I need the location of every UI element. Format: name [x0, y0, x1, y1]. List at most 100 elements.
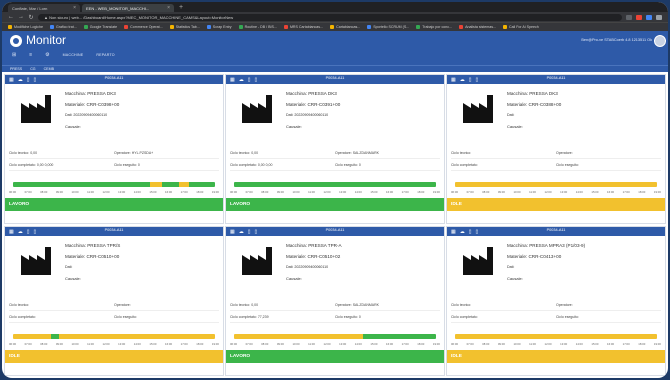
- tick-label: 10:00: [513, 342, 521, 346]
- tick-label: 07:00: [24, 190, 32, 194]
- document-icon[interactable]: ▯: [34, 229, 37, 235]
- bookmark-item[interactable]: Trabajo por conc...: [416, 25, 452, 29]
- machine-card[interactable]: ▦ ☁ ▯ ▯ P0034-A11 Macchina: PRESSA TPR-A Mater…: [225, 226, 445, 376]
- document-icon[interactable]: ▯: [27, 77, 30, 83]
- bookmark-item[interactable]: Commerce Operat...: [124, 25, 163, 29]
- bookmark-item[interactable]: Analista sistemas...: [459, 25, 496, 29]
- card-header: ▦ ☁ ▯ ▯ P0034-A11: [447, 75, 665, 84]
- bookmark-item[interactable]: MRS Cartabiancas...: [283, 25, 323, 29]
- extension-icon[interactable]: [626, 14, 632, 20]
- status-timeline[interactable]: [234, 182, 436, 187]
- status-timeline[interactable]: [455, 334, 657, 339]
- cloud-icon[interactable]: ☁: [460, 229, 465, 235]
- document-icon[interactable]: ▯: [469, 77, 472, 83]
- bookmark-icon: [169, 25, 174, 29]
- machine-card[interactable]: ▦ ☁ ▯ ▯ P0034-A11 Macchina: PRESSA DK3 Materia…: [225, 74, 445, 224]
- timeline-ticks: 06:00 07:00 08:00 09:00 10:00 11:00 12:00 13:00…: [230, 342, 440, 346]
- tick-label: 17:00: [180, 190, 188, 194]
- subnav-item-cg[interactable]: CG: [30, 67, 35, 71]
- document-icon[interactable]: ▯: [248, 77, 251, 83]
- tick-label: 18:00: [196, 190, 204, 194]
- tick-label: 16:00: [607, 190, 615, 194]
- subnav-item-press[interactable]: PRESS: [10, 67, 22, 71]
- tick-label: 15:00: [591, 190, 599, 194]
- cloud-icon[interactable]: ☁: [460, 77, 465, 83]
- bookmark-item[interactable]: Cartabiancas...: [330, 25, 360, 29]
- stats-row: Ciclo completato: Ciclo eseguito:: [451, 159, 661, 171]
- bookmark-item[interactable]: Sportello SCRUM (S...: [367, 25, 409, 29]
- factory-icon: [242, 247, 274, 275]
- extension-icon[interactable]: [636, 14, 642, 20]
- timeline-segment: [234, 334, 364, 339]
- bookmark-icon: [459, 25, 464, 29]
- cloud-icon[interactable]: ☁: [18, 77, 23, 83]
- avatar[interactable]: [654, 35, 666, 47]
- tick-label: 18:00: [638, 342, 646, 346]
- back-icon[interactable]: ←: [8, 14, 14, 20]
- close-icon[interactable]: ×: [73, 5, 76, 11]
- bookmark-item[interactable]: Scrap Entry: [206, 25, 232, 29]
- bookmark-item[interactable]: Modifiche Logiche: [8, 25, 43, 29]
- machine-card[interactable]: ▦ ☁ ▯ ▯ P0034-A11 Macchina: PRESSA DK3 Materia…: [446, 74, 666, 224]
- timeline-ticks: 06:00 07:00 08:00 09:00 10:00 11:00 12:00 13:00…: [451, 190, 661, 194]
- bookmarks-bar: Modifiche Logiche Grafico trat... Google T…: [2, 22, 668, 31]
- forward-icon[interactable]: →: [18, 14, 24, 20]
- cloud-icon[interactable]: ☁: [18, 229, 23, 235]
- bookmark-icon: [416, 25, 421, 29]
- grid-icon[interactable]: ▦: [230, 77, 235, 83]
- bookmark-item[interactable]: Statistics Tab...: [169, 25, 200, 29]
- order-data: Dati: 20220909400060110: [65, 113, 108, 117]
- tick-label: 13:00: [118, 342, 126, 346]
- close-icon[interactable]: ×: [167, 5, 170, 11]
- grid-icon[interactable]: ▦: [9, 229, 14, 235]
- bookmark-item[interactable]: Call For Ai Speech: [503, 25, 539, 29]
- browser-tab-1[interactable]: Conflate, Mar / Lorn ×: [8, 4, 80, 12]
- status-timeline[interactable]: [234, 334, 436, 339]
- machine-card[interactable]: ▦ ☁ ▯ ▯ P0034-A11 Macchina: PRESSA DK3 Materia…: [4, 74, 224, 224]
- browser-tab-2[interactable]: EEN - WEB_MONITOR_MACCHI... ×: [82, 4, 174, 12]
- machine-info: Macchina: PRESSA MPRA3 (P1/03-9) Material…: [507, 243, 585, 287]
- document-icon[interactable]: ▯: [248, 229, 251, 235]
- tick-label: 13:00: [339, 342, 347, 346]
- settings-icon[interactable]: ⚙: [45, 52, 49, 58]
- machine-card[interactable]: ▦ ☁ ▯ ▯ P0034-A11 Macchina: PRESSA TPR/S Mater…: [4, 226, 224, 376]
- tick-label: 18:00: [417, 342, 425, 346]
- cloud-icon[interactable]: ☁: [239, 229, 244, 235]
- url-field[interactable]: ▲ Non sicuro | web... /Dashboard/Home.as…: [38, 13, 622, 21]
- cloud-icon[interactable]: ☁: [239, 77, 244, 83]
- grid-icon[interactable]: ▦: [230, 229, 235, 235]
- grid-icon[interactable]: ▦: [451, 229, 456, 235]
- material-code: Materiale: CRR-C0510+00: [65, 254, 120, 259]
- subnav-item-cemb[interactable]: CEMB: [44, 67, 54, 71]
- list-icon[interactable]: ≡: [29, 52, 32, 58]
- factory-icon: [242, 95, 274, 123]
- machine-card[interactable]: ▦ ☁ ▯ ▯ P0034-A11 Macchina: PRESSA MPRA3 (P1/…: [446, 226, 666, 376]
- new-tab-button[interactable]: +: [176, 4, 186, 12]
- status-timeline[interactable]: [13, 182, 215, 187]
- status-timeline[interactable]: [455, 182, 657, 187]
- reload-icon[interactable]: ↻: [28, 14, 34, 21]
- tick-label: 13:00: [560, 190, 568, 194]
- department-button[interactable]: REPARTO: [96, 53, 114, 57]
- document-icon[interactable]: ▯: [34, 77, 37, 83]
- grid-icon[interactable]: ▦: [451, 77, 456, 83]
- grid-icon[interactable]: ⊞: [12, 52, 16, 58]
- status-timeline[interactable]: [13, 334, 215, 339]
- document-icon[interactable]: ▯: [255, 229, 258, 235]
- extension-icon[interactable]: [646, 14, 652, 20]
- document-icon[interactable]: ▯: [469, 229, 472, 235]
- profile-icon[interactable]: [656, 14, 662, 20]
- material-code: Materiale: CRR-C0388+00: [507, 102, 562, 107]
- document-icon[interactable]: ▯: [476, 229, 479, 235]
- grid-icon[interactable]: ▦: [9, 77, 14, 83]
- document-icon[interactable]: ▯: [255, 77, 258, 83]
- document-icon[interactable]: ▯: [476, 77, 479, 83]
- document-icon[interactable]: ▯: [27, 229, 30, 235]
- machines-button[interactable]: MACCHINE: [63, 53, 84, 57]
- bookmark-item[interactable]: Routine - DB / BIS...: [238, 25, 277, 29]
- stats-row: Ciclo teorico: Operatore:: [451, 299, 661, 311]
- bookmark-item[interactable]: Grafico trat...: [49, 25, 77, 29]
- bookmark-label: Scrap Entry: [212, 25, 232, 29]
- stats-row: Ciclo teorico: 0,00 Operatore: SALZDANMAR…: [230, 299, 440, 311]
- bookmark-item[interactable]: Google Translate: [83, 25, 117, 29]
